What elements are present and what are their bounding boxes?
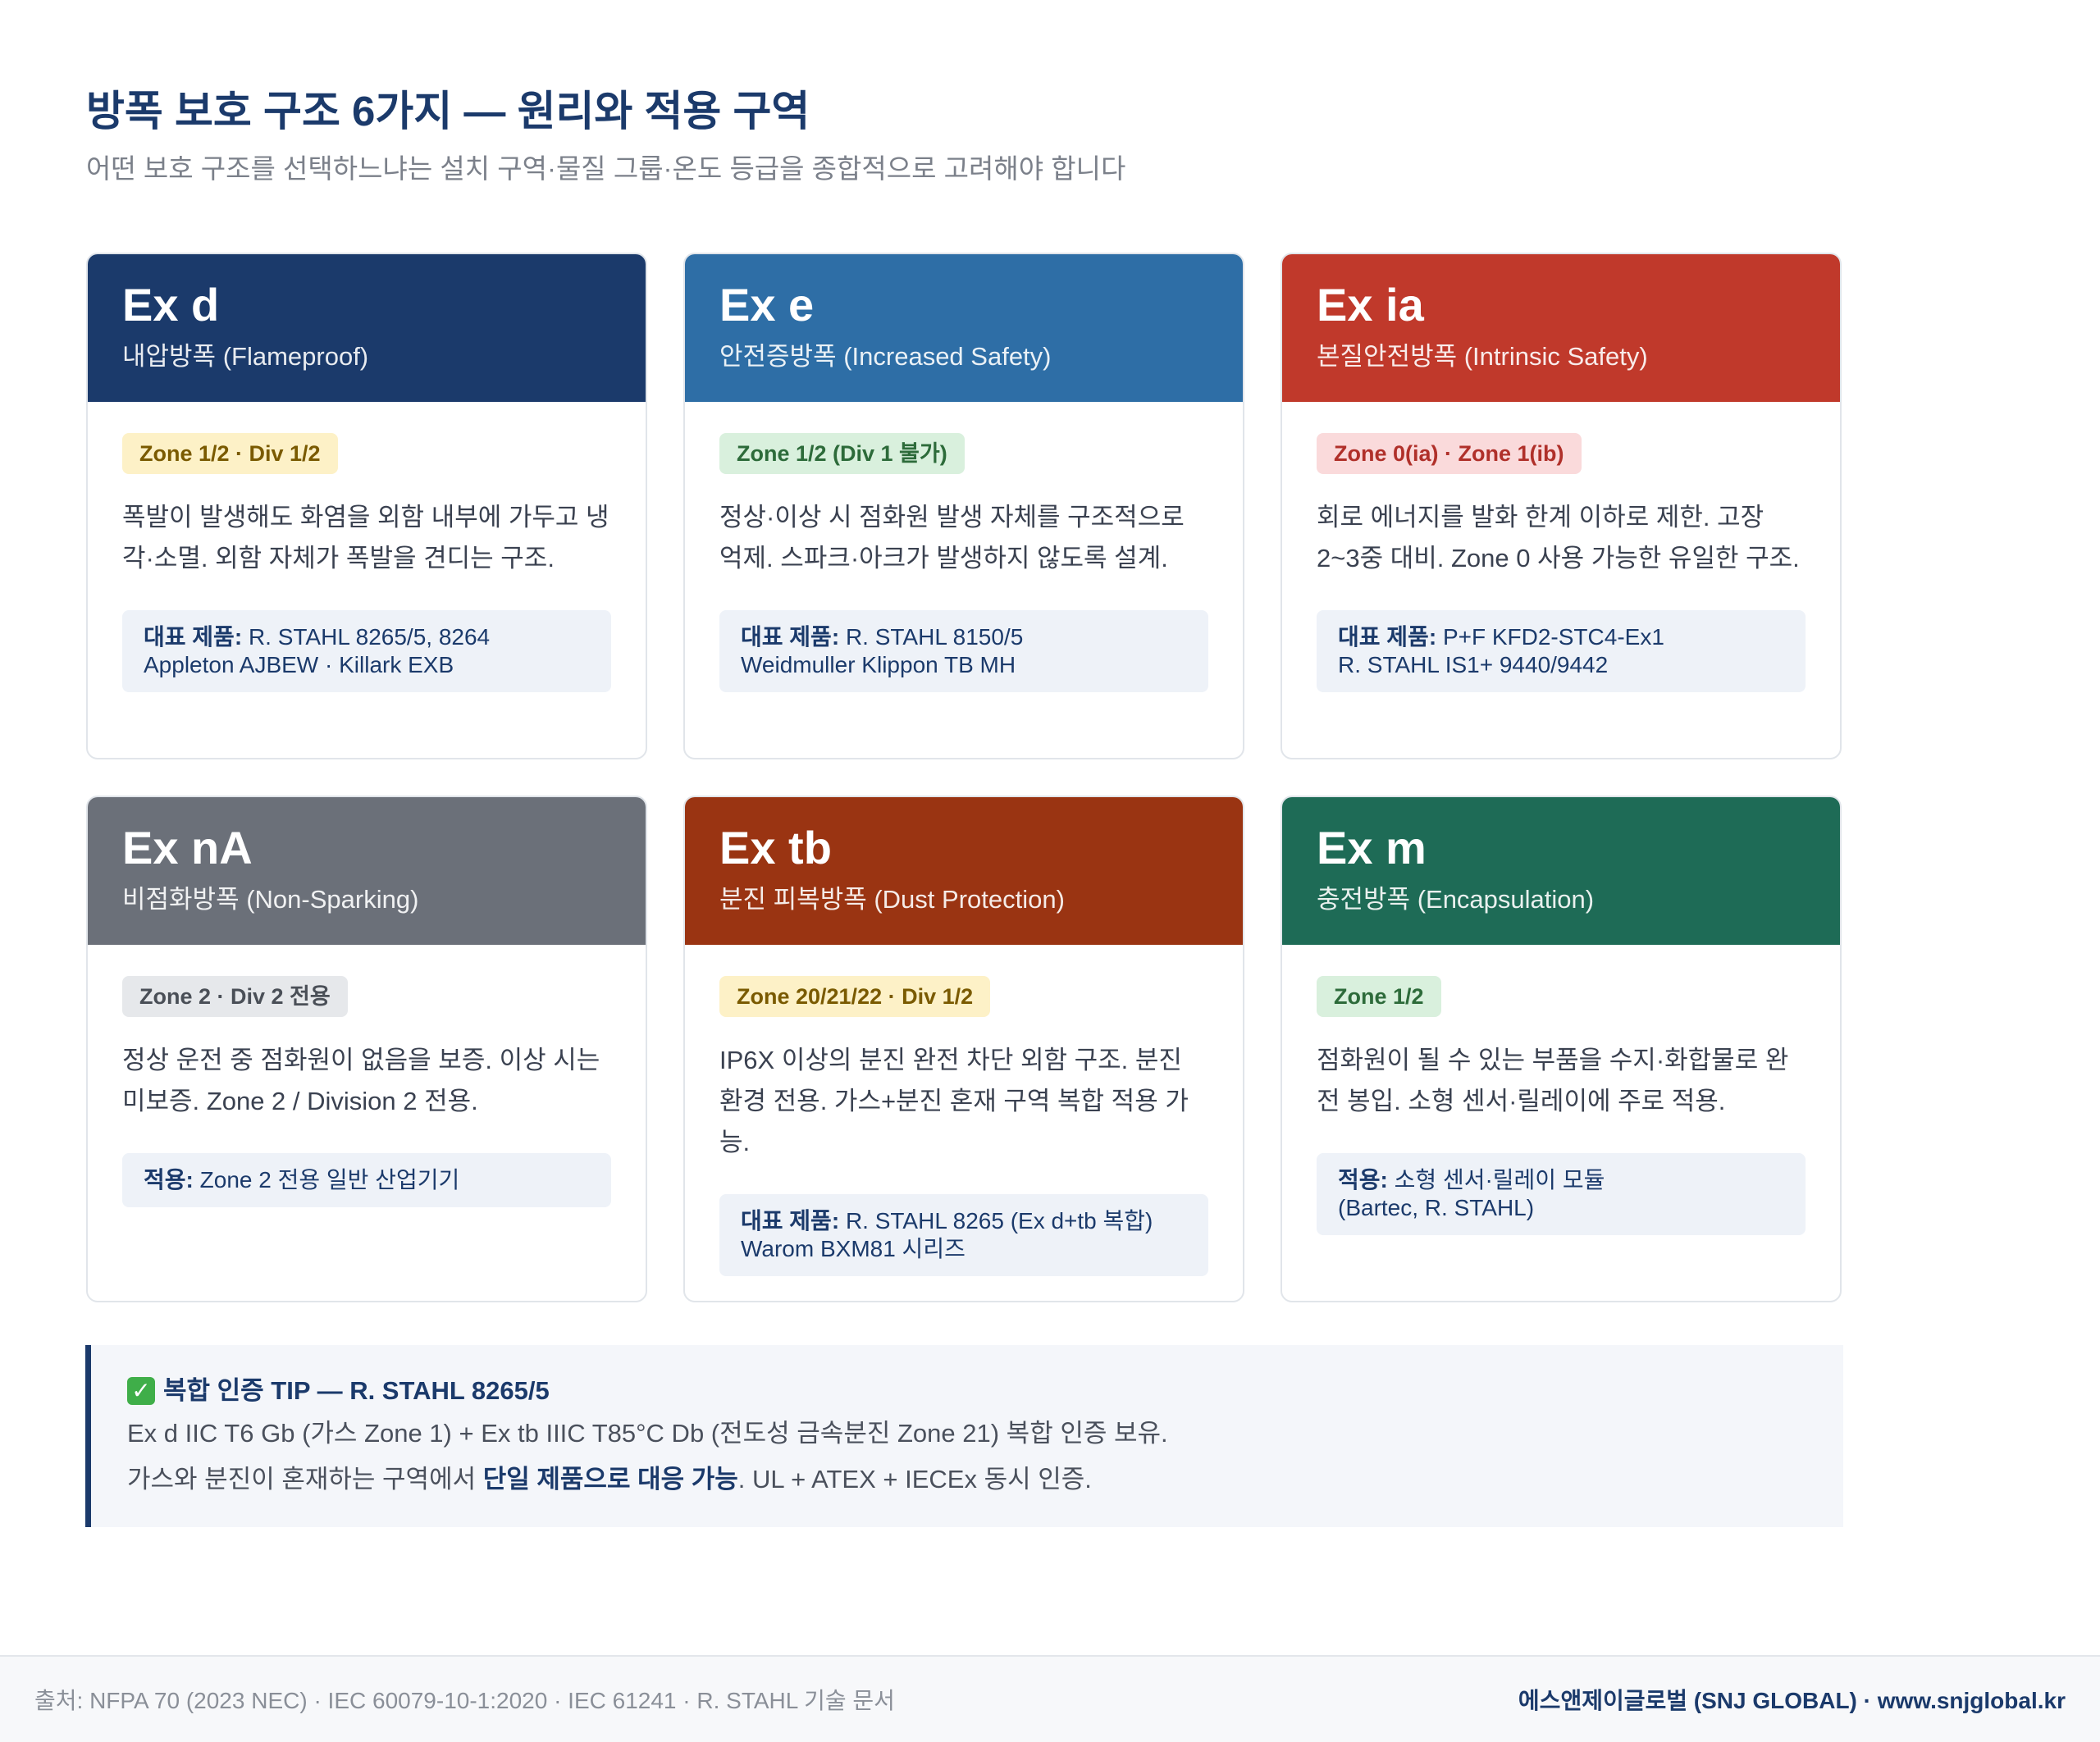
application-box: 적용: 소형 센서·릴레이 모듈 (Bartec, R. STAHL) bbox=[1317, 1153, 1806, 1235]
zone-badge: Zone 2 · Div 2 전용 bbox=[122, 976, 348, 1017]
zone-badge: Zone 1/2 · Div 1/2 bbox=[122, 433, 338, 474]
zone-badge: Zone 1/2 bbox=[1317, 976, 1441, 1017]
page-subtitle: 어떤 보호 구조를 선택하느냐는 설치 구역·물질 그룹·온도 등급을 종합적으… bbox=[86, 153, 1126, 184]
application-box-line1: Zone 2 전용 일반 산업기기 bbox=[199, 1167, 460, 1192]
footer-source: 출처: NFPA 70 (2023 NEC) · IEC 60079-10-1:… bbox=[34, 1688, 895, 1713]
application-box-line1: 소형 센서·릴레이 모듈 bbox=[1394, 1167, 1605, 1192]
zone-badge: Zone 20/21/22 · Div 1/2 bbox=[719, 976, 991, 1017]
tip-line-2: 가스와 분진이 혼재하는 구역에서 단일 제품으로 대응 가능. UL + AT… bbox=[127, 1458, 1807, 1501]
card-description: 폭발이 발생해도 화염을 외함 내부에 가두고 냉각·소멸. 외함 자체가 폭발… bbox=[122, 503, 609, 572]
card-header: Ex ia 본질안전방폭 (Intrinsic Safety) bbox=[1282, 254, 1840, 402]
card-body: Zone 0(ia) · Zone 1(ib) 회로 에너지를 발화 한계 이하… bbox=[1282, 402, 1840, 692]
card-header: Ex m 충전방폭 (Encapsulation) bbox=[1282, 797, 1840, 945]
card-description: 점화원이 될 수 있는 부품을 수지·화합물로 완전 봉입. 소형 센서·릴레이… bbox=[1317, 1046, 1789, 1115]
product-box-line1: R. STAHL 8265/5, 8264 bbox=[248, 624, 491, 650]
tip-callout: ✓ 복합 인증 TIP — R. STAHL 8265/5 Ex d IIC T… bbox=[85, 1345, 1843, 1527]
card-code: Ex d bbox=[122, 279, 220, 331]
card-name: 충전방폭 (Encapsulation) bbox=[1317, 885, 1595, 914]
product-box-label: 대표 제품: bbox=[741, 1208, 840, 1234]
tip-title-row: ✓ 복합 인증 TIP — R. STAHL 8265/5 bbox=[127, 1373, 1807, 1409]
card-name: 내압방폭 (Flameproof) bbox=[122, 342, 369, 371]
card-code: Ex e bbox=[719, 279, 815, 331]
card-header: Ex nA 비점화방폭 (Non-Sparking) bbox=[88, 797, 646, 945]
card-code: Ex tb bbox=[719, 822, 832, 873]
footer-brand: 에스앤제이글로벌 (SNJ GLOBAL) · www.snjglobal.kr bbox=[1518, 1688, 2066, 1713]
zone-badge: Zone 1/2 (Div 1 불가) bbox=[719, 433, 965, 474]
tip-line-2-strong: 단일 제품으로 대응 가능 bbox=[482, 1465, 738, 1493]
product-box-line1: R. STAHL 8150/5 bbox=[845, 624, 1024, 650]
card-code: Ex m bbox=[1317, 822, 1427, 873]
card-description: 정상 운전 중 점화원이 없음을 보증. 이상 시는 미보증. Zone 2 /… bbox=[122, 1046, 600, 1115]
card-description: 회로 에너지를 발화 한계 이하로 제한. 고장 2~3중 대비. Zone 0… bbox=[1317, 503, 1800, 572]
protection-card-grid: Ex d 내압방폭 (Flameproof) Zone 1/2 · Div 1/… bbox=[86, 253, 1842, 1302]
check-icon: ✓ bbox=[127, 1377, 155, 1405]
application-box-label: 적용: bbox=[144, 1167, 194, 1192]
card-name: 비점화방폭 (Non-Sparking) bbox=[122, 885, 419, 914]
product-box-line2: Weidmuller Klippon TB MH bbox=[741, 652, 1016, 677]
card-ex-d: Ex d 내압방폭 (Flameproof) Zone 1/2 · Div 1/… bbox=[86, 253, 647, 759]
card-ex-m: Ex m 충전방폭 (Encapsulation) Zone 1/2 점화원이 … bbox=[1281, 796, 1842, 1302]
product-box-label: 대표 제품: bbox=[1338, 624, 1437, 650]
card-header: Ex e 안전증방폭 (Increased Safety) bbox=[685, 254, 1243, 402]
product-box-line2: R. STAHL IS1+ 9440/9442 bbox=[1338, 652, 1609, 677]
card-body: Zone 1/2 점화원이 될 수 있는 부품을 수지·화합물로 완전 봉입. … bbox=[1282, 945, 1840, 1235]
card-name: 안전증방폭 (Increased Safety) bbox=[719, 342, 1052, 371]
card-ex-ia: Ex ia 본질안전방폭 (Intrinsic Safety) Zone 0(i… bbox=[1281, 253, 1842, 759]
card-header: Ex d 내압방폭 (Flameproof) bbox=[88, 254, 646, 402]
card-description: IP6X 이상의 분진 완전 차단 외함 구조. 분진 환경 전용. 가스+분진… bbox=[719, 1046, 1189, 1156]
product-box-line1: R. STAHL 8265 (Ex d+tb 복합) bbox=[845, 1208, 1153, 1234]
application-box-line2: (Bartec, R. STAHL) bbox=[1338, 1195, 1535, 1220]
card-body: Zone 1/2 · Div 1/2 폭발이 발생해도 화염을 외함 내부에 가… bbox=[88, 402, 646, 692]
product-box-line1: P+F KFD2-STC4-Ex1 bbox=[1442, 624, 1664, 650]
product-box-label: 대표 제품: bbox=[144, 624, 243, 650]
card-body: Zone 20/21/22 · Div 1/2 IP6X 이상의 분진 완전 차… bbox=[685, 945, 1243, 1276]
card-ex-tb: Ex tb 분진 피복방폭 (Dust Protection) Zone 20/… bbox=[683, 796, 1244, 1302]
product-box: 대표 제품: R. STAHL 8265/5, 8264 Appleton AJ… bbox=[122, 610, 611, 692]
tip-line-2-post: . UL + ATEX + IECEx 동시 인증. bbox=[737, 1465, 1092, 1493]
product-box: 대표 제품: P+F KFD2-STC4-Ex1 R. STAHL IS1+ 9… bbox=[1317, 610, 1806, 692]
card-name: 본질안전방폭 (Intrinsic Safety) bbox=[1317, 342, 1648, 371]
card-body: Zone 2 · Div 2 전용 정상 운전 중 점화원이 없음을 보증. 이… bbox=[88, 945, 646, 1207]
application-box-label: 적용: bbox=[1338, 1167, 1388, 1192]
product-box-line2: Appleton AJBEW · Killark EXB bbox=[144, 652, 454, 677]
card-name: 분진 피복방폭 (Dust Protection) bbox=[719, 885, 1065, 914]
product-box-label: 대표 제품: bbox=[741, 624, 840, 650]
card-ex-na: Ex nA 비점화방폭 (Non-Sparking) Zone 2 · Div … bbox=[86, 796, 647, 1302]
card-code: Ex ia bbox=[1317, 279, 1424, 331]
card-description: 정상·이상 시 점화원 발생 자체를 구조적으로 억제. 스파크·아크가 발생하… bbox=[719, 503, 1185, 572]
card-code: Ex nA bbox=[122, 822, 253, 873]
card-header: Ex tb 분진 피복방폭 (Dust Protection) bbox=[685, 797, 1243, 945]
tip-title: 복합 인증 TIP — R. STAHL 8265/5 bbox=[163, 1376, 550, 1405]
card-body: Zone 1/2 (Div 1 불가) 정상·이상 시 점화원 발생 자체를 구… bbox=[685, 402, 1243, 692]
product-box: 대표 제품: R. STAHL 8265 (Ex d+tb 복합) Warom … bbox=[719, 1194, 1208, 1276]
page-title: 방폭 보호 구조 6가지 — 원리와 적용 구역 bbox=[86, 88, 810, 135]
footer: 출처: NFPA 70 (2023 NEC) · IEC 60079-10-1:… bbox=[0, 1655, 2100, 1742]
application-box: 적용: Zone 2 전용 일반 산업기기 bbox=[122, 1153, 611, 1207]
tip-line-2-pre: 가스와 분진이 혼재하는 구역에서 bbox=[127, 1465, 483, 1493]
zone-badge: Zone 0(ia) · Zone 1(ib) bbox=[1317, 433, 1582, 474]
product-box: 대표 제품: R. STAHL 8150/5 Weidmuller Klippo… bbox=[719, 610, 1208, 692]
card-ex-e: Ex e 안전증방폭 (Increased Safety) Zone 1/2 (… bbox=[683, 253, 1244, 759]
tip-line-1: Ex d IIC T6 Gb (가스 Zone 1) + Ex tb IIIC … bbox=[127, 1419, 1168, 1448]
product-box-line2: Warom BXM81 시리즈 bbox=[741, 1236, 966, 1261]
